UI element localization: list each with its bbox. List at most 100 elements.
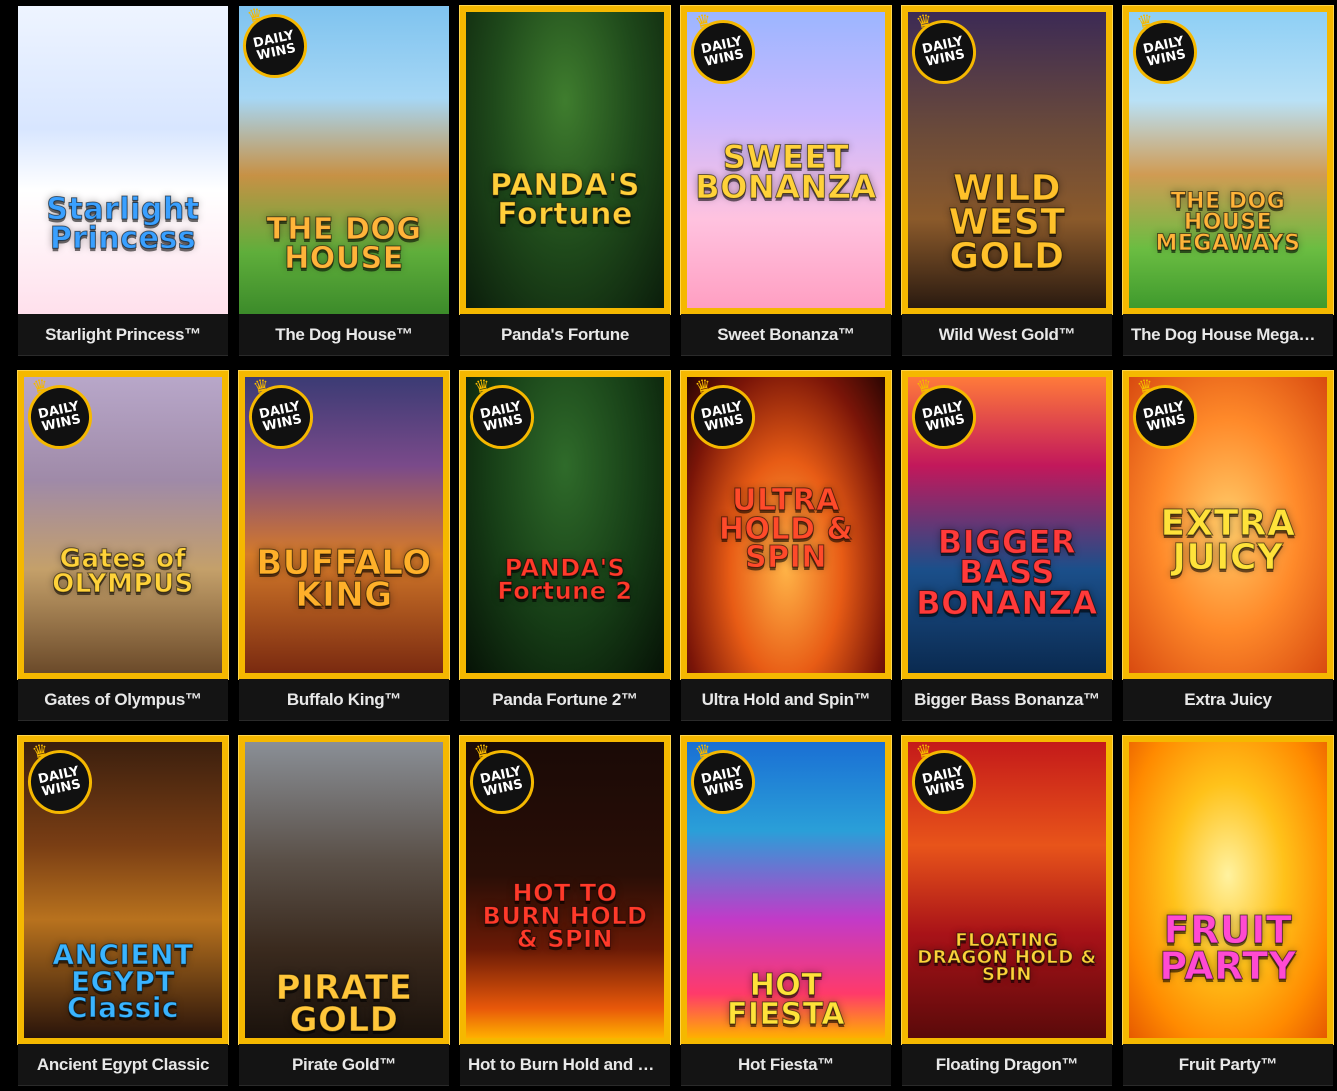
daily-wins-label: DAILY WINS [478,764,525,800]
game-grid: Starlight Princess Starlight Princess™ T… [18,6,1334,1086]
daily-wins-label: DAILY WINS [36,399,83,435]
game-logo: PANDA'S Fortune [490,168,640,232]
game-logo: ANCIENT EGYPT Classic [52,938,194,1025]
game-tile-3[interactable]: PANDA'S Fortune Panda's Fortune [460,6,670,356]
game-title: Starlight Princess™ [45,324,201,344]
game-title: Fruit Party™ [1178,1054,1278,1074]
crown-icon: ♛ [245,6,266,27]
game-caption[interactable]: The Dog House Megaways™ [1123,314,1333,356]
game-title: Ultra Hold and Spin™ [701,689,871,709]
crown-icon: ♛ [472,739,493,763]
game-logo: THE DOG HOUSE MEGAWAYS [1155,189,1301,256]
game-logo: Starlight Princess [46,192,200,256]
game-title: Extra Juicy [1184,689,1272,709]
game-caption[interactable]: Panda Fortune 2™ [460,679,670,721]
game-title: Pirate Gold™ [291,1054,397,1074]
game-caption[interactable]: Gates of Olympus™ [18,679,228,721]
game-logo: EXTRA JUICY [1160,503,1296,579]
game-tile-17[interactable]: FLOATING DRAGON HOLD & SPIN ♛ DAILY WINS … [902,736,1112,1086]
game-tile-12[interactable]: EXTRA JUICY ♛ DAILY WINS Extra Juicy [1123,371,1333,721]
game-tile-14[interactable]: PIRATE GOLD Pirate Gold™ [239,736,449,1086]
game-tile-18[interactable]: FRUIT PARTY Fruit Party™ [1123,736,1333,1086]
crown-icon: ♛ [914,9,935,33]
game-logo: Gates of OLYMPUS [52,544,194,599]
game-logo: THE DOG HOUSE [266,212,422,276]
daily-wins-label: DAILY WINS [36,764,83,800]
daily-wins-label: DAILY WINS [1141,399,1188,435]
game-thumbnail[interactable]: THE DOG HOUSE ♛ DAILY WINS [239,6,449,314]
game-thumbnail[interactable]: THE DOG HOUSE MEGAWAYS ♛ DAILY WINS [1123,6,1333,314]
game-caption[interactable]: Pirate Gold™ [239,1044,449,1086]
game-caption[interactable]: Ultra Hold and Spin™ [681,679,891,721]
game-thumbnail[interactable]: FRUIT PARTY [1123,736,1333,1044]
game-caption[interactable]: Floating Dragon™ [902,1044,1112,1086]
game-thumbnail[interactable]: PANDA'S Fortune [460,6,670,314]
game-caption[interactable]: Hot Fiesta™ [681,1044,891,1086]
game-thumbnail[interactable]: EXTRA JUICY ♛ DAILY WINS [1123,371,1333,679]
game-thumbnail[interactable]: ULTRA HOLD & SPIN ♛ DAILY WINS [681,371,891,679]
game-thumbnail[interactable]: BIGGER BASS BONANZA ♛ DAILY WINS [902,371,1112,679]
game-thumbnail[interactable]: PIRATE GOLD [239,736,449,1044]
game-tile-10[interactable]: ULTRA HOLD & SPIN ♛ DAILY WINS Ultra Hold… [681,371,891,721]
game-title: Panda's Fortune [500,324,629,344]
game-caption[interactable]: Ancient Egypt Classic [18,1044,228,1086]
game-thumbnail[interactable]: BUFFALO KING ♛ DAILY WINS [239,371,449,679]
game-artwork [1129,742,1327,1038]
game-tile-6[interactable]: THE DOG HOUSE MEGAWAYS ♛ DAILY WINS The D… [1123,6,1333,356]
game-thumbnail[interactable]: HOT TO BURN HOLD & SPIN ♛ DAILY WINS [460,736,670,1044]
game-thumbnail[interactable]: Starlight Princess [18,6,228,314]
game-tile-7[interactable]: Gates of OLYMPUS ♛ DAILY WINS Gates of Ol… [18,371,228,721]
crown-icon: ♛ [30,739,51,763]
game-tile-15[interactable]: HOT TO BURN HOLD & SPIN ♛ DAILY WINS Hot … [460,736,670,1086]
game-caption[interactable]: Hot to Burn Hold and Spin™ [460,1044,670,1086]
game-tile-4[interactable]: SWEET BONANZA ♛ DAILY WINS Sweet Bonanza™ [681,6,891,356]
game-thumbnail[interactable]: WILD WEST GOLD ♛ DAILY WINS [902,6,1112,314]
game-caption[interactable]: Starlight Princess™ [18,314,228,356]
game-logo: HOT TO BURN HOLD & SPIN [482,879,648,953]
game-artwork [18,6,228,314]
game-logo: SWEET BONANZA [695,138,877,207]
daily-wins-label: DAILY WINS [920,34,967,70]
daily-wins-label: DAILY WINS [920,764,967,800]
game-logo: WILD WEST GOLD [948,168,1066,278]
game-tile-1[interactable]: Starlight Princess Starlight Princess™ [18,6,228,356]
game-thumbnail[interactable]: PANDA'S Fortune 2 ♛ DAILY WINS [460,371,670,679]
game-thumbnail[interactable]: SWEET BONANZA ♛ DAILY WINS [681,6,891,314]
daily-wins-label: DAILY WINS [699,764,746,800]
game-tile-8[interactable]: BUFFALO KING ♛ DAILY WINS Buffalo King™ [239,371,449,721]
game-title: Floating Dragon™ [935,1054,1079,1074]
game-title: Sweet Bonanza™ [717,324,855,344]
game-logo: PANDA'S Fortune 2 [497,554,633,605]
game-logo: FLOATING DRAGON HOLD & SPIN [917,930,1097,986]
game-tile-2[interactable]: THE DOG HOUSE ♛ DAILY WINS The Dog House™ [239,6,449,356]
game-thumbnail[interactable]: HOT FIESTA ♛ DAILY WINS [681,736,891,1044]
game-thumbnail[interactable]: FLOATING DRAGON HOLD & SPIN ♛ DAILY WINS [902,736,1112,1044]
game-thumbnail[interactable]: ANCIENT EGYPT Classic ♛ DAILY WINS [18,736,228,1044]
game-tile-13[interactable]: ANCIENT EGYPT Classic ♛ DAILY WINS Ancien… [18,736,228,1086]
game-caption[interactable]: Panda's Fortune [460,314,670,356]
game-caption[interactable]: Bigger Bass Bonanza™ [902,679,1112,721]
game-tile-16[interactable]: HOT FIESTA ♛ DAILY WINS Hot Fiesta™ [681,736,891,1086]
game-title: Hot to Burn Hold and Spin™ [468,1054,662,1074]
crown-icon: ♛ [30,374,51,398]
daily-wins-label: DAILY WINS [251,28,298,64]
game-logo: ULTRA HOLD & SPIN [718,483,854,575]
game-logo: FRUIT PARTY [1159,908,1297,989]
game-caption[interactable]: Wild West Gold™ [902,314,1112,356]
game-tile-5[interactable]: WILD WEST GOLD ♛ DAILY WINS Wild West Gol… [902,6,1112,356]
game-caption[interactable]: Extra Juicy [1123,679,1333,721]
daily-wins-label: DAILY WINS [257,399,304,435]
daily-wins-label: DAILY WINS [699,399,746,435]
crown-icon: ♛ [693,739,714,763]
game-title: The Dog House Megaways™ [1131,324,1325,344]
game-tile-11[interactable]: BIGGER BASS BONANZA ♛ DAILY WINS Bigger B… [902,371,1112,721]
game-caption[interactable]: Fruit Party™ [1123,1044,1333,1086]
game-caption[interactable]: Sweet Bonanza™ [681,314,891,356]
crown-icon: ♛ [1135,9,1156,33]
game-tile-9[interactable]: PANDA'S Fortune 2 ♛ DAILY WINS Panda Fort… [460,371,670,721]
game-title: Ancient Egypt Classic [36,1054,210,1074]
game-caption[interactable]: Buffalo King™ [239,679,449,721]
game-thumbnail[interactable]: Gates of OLYMPUS ♛ DAILY WINS [18,371,228,679]
game-title: Gates of Olympus™ [44,689,202,709]
game-caption[interactable]: The Dog House™ [239,314,449,356]
